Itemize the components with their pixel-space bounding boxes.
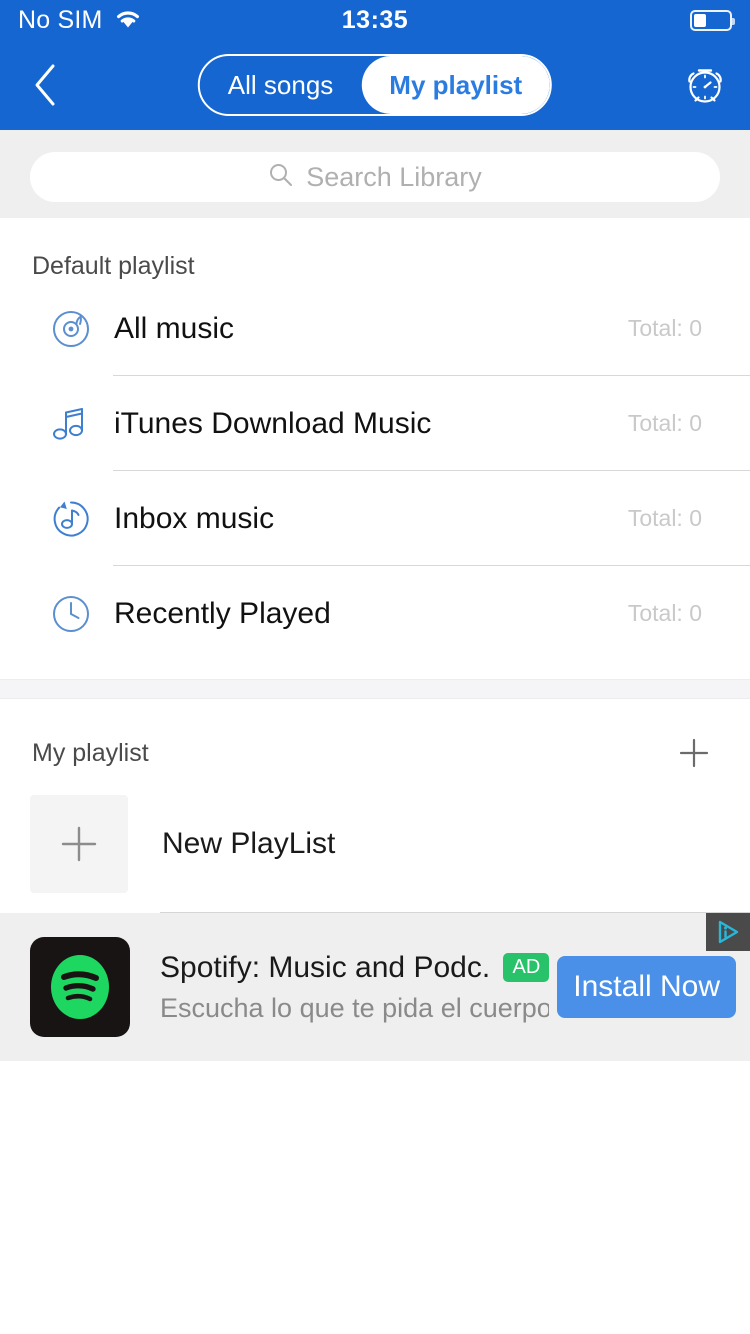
list-item[interactable]: Recently Played Total: 0 (48, 566, 750, 661)
nav-bar: All songs My playlist (0, 40, 750, 130)
default-playlist-header: Default playlist (32, 252, 195, 280)
install-now-button[interactable]: Install Now (557, 956, 736, 1018)
back-button[interactable] (18, 58, 72, 112)
inbox-music-icon (48, 496, 94, 542)
search-icon (268, 162, 294, 193)
list-item[interactable]: iTunes Download Music Total: 0 (48, 376, 750, 471)
view-segmented-control[interactable]: All songs My playlist (197, 54, 553, 116)
spotify-icon (30, 937, 130, 1037)
status-bar-right (690, 9, 735, 31)
my-playlist-list: New PlayList (0, 773, 750, 913)
status-bar: No SIM 13:35 (0, 0, 750, 40)
list-item[interactable]: Inbox music Total: 0 (48, 471, 750, 566)
add-playlist-button[interactable] (674, 733, 714, 773)
wifi-icon (113, 7, 143, 34)
list-item-total: Total: 0 (627, 505, 702, 531)
ad-badge: AD (503, 953, 550, 982)
status-bar-left: No SIM (18, 6, 143, 35)
music-note-icon (48, 401, 94, 447)
tab-my-playlist[interactable]: My playlist (361, 56, 551, 114)
list-item-total: Total: 0 (627, 410, 702, 436)
list-item-label: iTunes Download Music (114, 406, 432, 440)
search-placeholder: Search Library (306, 161, 482, 192)
carrier-label: No SIM (18, 5, 103, 34)
sleep-timer-button[interactable] (678, 58, 732, 112)
tab-all-songs[interactable]: All songs (200, 56, 361, 114)
ad-subtitle: Escucha lo que te pida el cuerpo,... (160, 992, 550, 1023)
disc-icon (48, 306, 94, 352)
app-root: No SIM 13:35 All songs My playlist Searc… (0, 0, 750, 1334)
default-playlist-list: All music Total: 0 iTunes Download Music… (0, 281, 750, 661)
ad-banner[interactable]: Spotify: Music and Podc... AD Escucha lo… (0, 913, 750, 1061)
ad-title-row: Spotify: Music and Podc... AD (160, 950, 550, 985)
list-item-label: Inbox music (114, 501, 275, 535)
new-playlist-label: New PlayList (162, 827, 336, 860)
alarm-clock-icon (688, 69, 722, 103)
clock-icon (48, 591, 94, 637)
new-playlist-row[interactable]: New PlayList (30, 773, 750, 913)
new-playlist-thumb (30, 795, 128, 893)
list-item-label: All music (114, 311, 235, 345)
my-playlist-header: My playlist (0, 699, 750, 773)
list-item-total: Total: 0 (627, 600, 702, 626)
list-item[interactable]: All music Total: 0 (48, 281, 750, 376)
battery-icon (690, 9, 735, 31)
search-input[interactable]: Search Library (30, 152, 720, 202)
ad-text-block: Spotify: Music and Podc... AD Escucha lo… (160, 950, 550, 1024)
search-section: Search Library (0, 130, 750, 218)
list-item-label: Recently Played (114, 596, 331, 630)
ad-title: Spotify: Music and Podc... (160, 950, 490, 984)
my-playlist-header-label: My playlist (32, 738, 149, 767)
plus-icon (61, 826, 97, 862)
chevron-left-icon (35, 64, 55, 106)
section-separator-band (0, 679, 750, 699)
adchoices-icon[interactable] (706, 913, 750, 951)
page-blank-area (0, 1061, 750, 1334)
plus-icon (679, 738, 709, 768)
list-item-total: Total: 0 (627, 315, 702, 341)
